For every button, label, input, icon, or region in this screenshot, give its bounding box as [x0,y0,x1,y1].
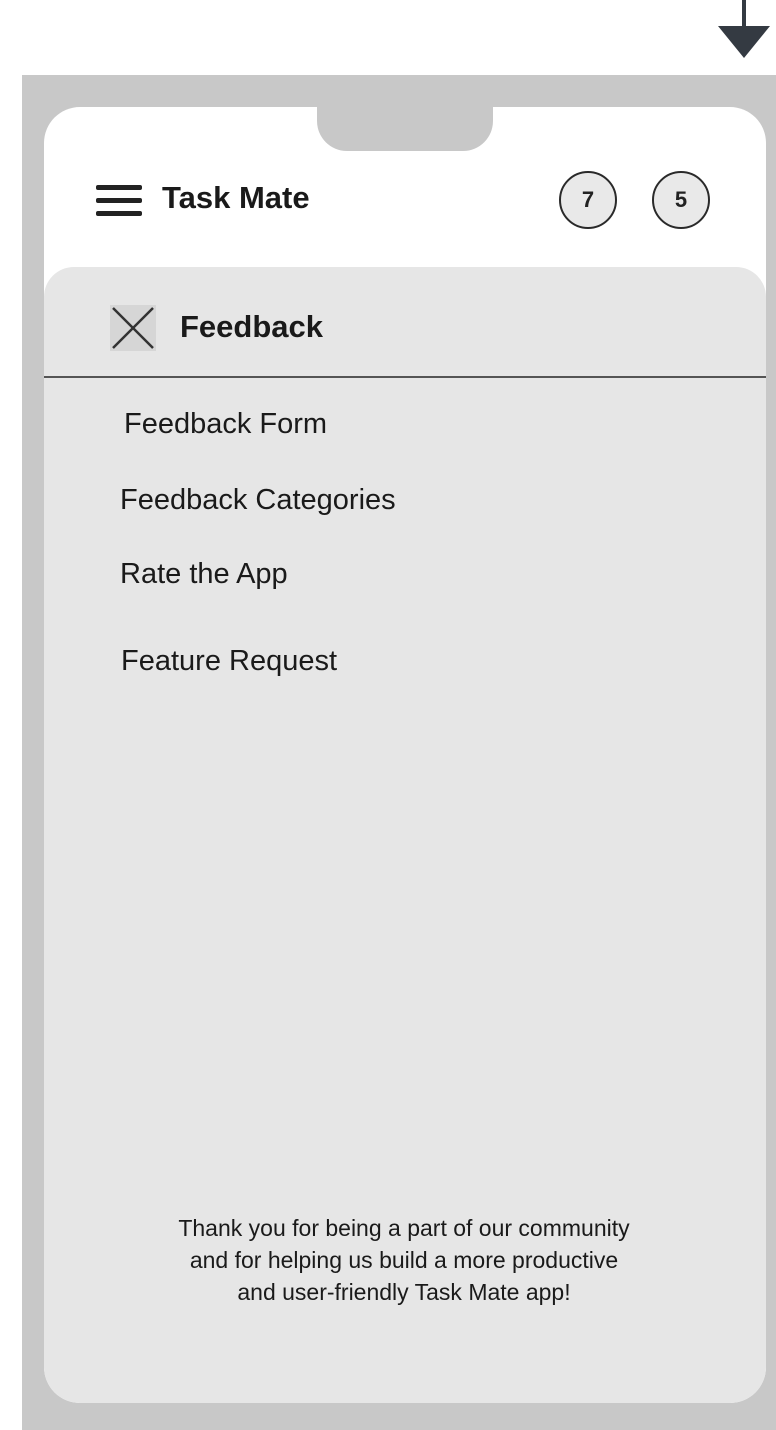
menu-item-rate-the-app[interactable]: Rate the App [120,555,288,593]
drawer-header: Feedback [44,267,766,378]
hamburger-menu-icon[interactable] [96,184,142,218]
close-icon[interactable] [110,305,156,351]
thank-you-line: and user-friendly Task Mate app! [237,1279,571,1305]
thank-you-message: Thank you for being a part of our commun… [94,1212,714,1308]
app-title: Task Mate [162,180,310,215]
feedback-drawer: Feedback Feedback Form Feedback Categori… [44,267,766,1403]
thank-you-line: Thank you for being a part of our commun… [178,1215,630,1241]
arrow-down-icon [718,0,770,58]
menu-item-feedback-form[interactable]: Feedback Form [124,405,327,443]
menu-item-feature-request[interactable]: Feature Request [121,642,337,680]
drawer-title: Feedback [180,309,324,344]
thank-you-line: and for helping us build a more producti… [189,1247,619,1273]
phone-notch [317,107,493,151]
menu-item-feedback-categories[interactable]: Feedback Categories [120,481,396,519]
page: Task Mate 7 5 Feedback Feedback Form Fee… [0,0,776,1430]
message-badge[interactable]: 5 [652,171,710,229]
notification-badge[interactable]: 7 [559,171,617,229]
phone-screen: Task Mate 7 5 Feedback Feedback Form Fee… [44,107,766,1403]
app-header: Task Mate 7 5 [44,151,766,267]
